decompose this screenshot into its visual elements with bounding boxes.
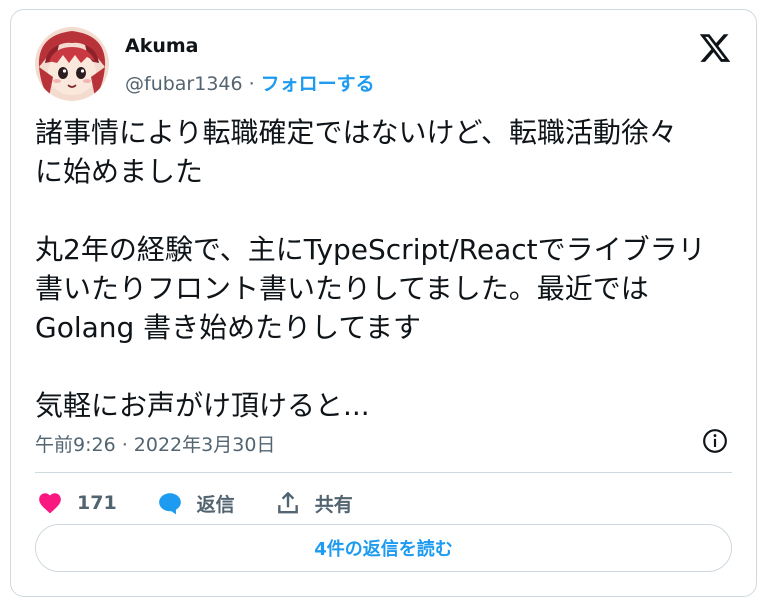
- share-button[interactable]: 共有: [275, 490, 353, 517]
- tweet-line: 書いたりフロント書いたりしてました。最近では: [35, 272, 649, 305]
- like-count: 171: [77, 492, 117, 514]
- like-button[interactable]: 171: [37, 490, 117, 516]
- reply-bubble-icon: [158, 493, 181, 515]
- author-handle[interactable]: @fubar1346: [125, 73, 243, 95]
- author-name[interactable]: Akuma: [125, 35, 199, 57]
- avatar-illustration: [35, 27, 109, 101]
- share-icon: [277, 492, 298, 514]
- timestamp[interactable]: 午前9:26 · 2022年3月30日: [35, 430, 275, 457]
- heart-icon: [39, 493, 61, 514]
- share-label: 共有: [314, 493, 353, 516]
- read-replies-button[interactable]: 4件の返信を読む: [35, 524, 732, 572]
- tweet-line: 丸2年の経験で、主にTypeScript/Reactでライブラリ: [35, 233, 706, 266]
- info-icon[interactable]: [702, 428, 728, 454]
- tweet-text: 諸事情により転職確定ではないけど、転職活動徐々 に始めました 丸2年の経験で、主…: [35, 113, 735, 425]
- reply-label: 返信: [196, 493, 235, 516]
- divider: [35, 472, 732, 473]
- follow-link[interactable]: フォローする: [261, 69, 375, 96]
- author-line: @fubar1346 · フォローする: [125, 69, 375, 96]
- tweet-line: Golang 書き始めたりしてます: [35, 311, 421, 344]
- reply-button[interactable]: 返信: [157, 490, 235, 517]
- action-bar: 171 返信 共有: [37, 482, 393, 524]
- tweet-card: Akuma @fubar1346 · フォローする 諸事情により転職確定ではない…: [10, 9, 757, 597]
- tweet-line: 諸事情により転職確定ではないけど、転職活動徐々: [35, 116, 678, 149]
- separator-dot: ·: [248, 73, 255, 95]
- tweet-line: に始めました: [35, 155, 204, 188]
- avatar[interactable]: [35, 27, 109, 101]
- x-logo-icon[interactable]: [698, 31, 732, 65]
- tweet-line: 気軽にお声がけ頂けると...: [35, 389, 370, 422]
